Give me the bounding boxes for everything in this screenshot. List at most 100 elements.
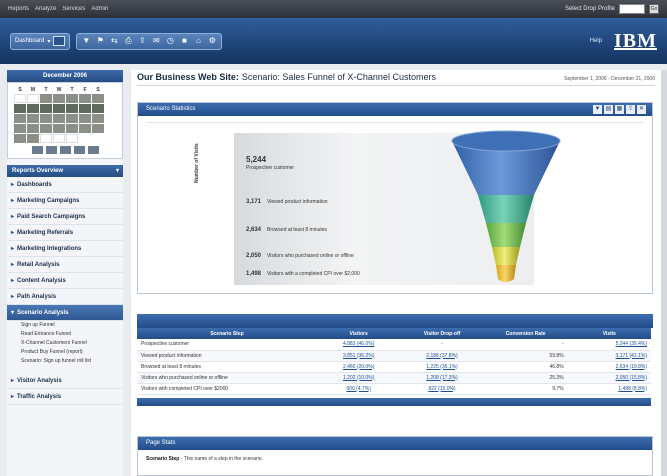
calendar-day[interactable] xyxy=(40,104,52,113)
filter-icon[interactable]: ▼ xyxy=(593,105,602,114)
cell-visits[interactable]: 5,244 (39.4%) xyxy=(616,341,647,347)
col-visits[interactable]: Visits xyxy=(567,328,651,339)
top-link-reports[interactable]: Reports xyxy=(8,6,29,12)
cell-dropoff[interactable]: 1,208 (17.3%) xyxy=(426,375,457,381)
calendar-day[interactable] xyxy=(27,104,39,113)
calendar-day[interactable] xyxy=(92,124,104,133)
chart-icon[interactable]: ▤ xyxy=(604,105,613,114)
calendar-day[interactable] xyxy=(92,104,104,113)
calendar-day[interactable] xyxy=(14,94,26,103)
sub-item-read-entrance-funnel[interactable]: Read Entrance Funnel xyxy=(7,330,123,339)
dashboard-selector[interactable]: Dashboard ▾ xyxy=(10,32,71,50)
cell-visitors[interactable]: 900 (4.7%) xyxy=(346,386,370,392)
sub-item-product-buy-funnel[interactable]: Product Buy Funnel (report) xyxy=(7,348,123,357)
calendar-day[interactable] xyxy=(53,134,65,143)
range-quarter-button[interactable] xyxy=(73,146,85,154)
go-button[interactable]: Go xyxy=(649,4,659,14)
vertical-scrollbar[interactable] xyxy=(661,70,667,476)
cell-conversion: - xyxy=(483,339,568,351)
calendar-day[interactable] xyxy=(40,124,52,133)
calendar-day[interactable] xyxy=(79,114,91,123)
export-icon[interactable]: ⇪ xyxy=(626,105,635,114)
nav-item-paid-search[interactable]: ▸ Paid Search Campaigns xyxy=(7,209,123,225)
nav-item-marketing-referrals[interactable]: ▸ Marketing Referrals xyxy=(7,225,123,241)
top-link-services[interactable]: Services xyxy=(62,6,85,12)
nav-item-retail-analysis[interactable]: ▸ Retail Analysis xyxy=(7,257,123,273)
collapse-icon[interactable]: ▾ xyxy=(116,165,119,177)
calendar-day[interactable] xyxy=(79,104,91,113)
calendar-day[interactable] xyxy=(79,124,91,133)
home-icon[interactable]: ⌂ xyxy=(193,36,203,46)
table-icon[interactable]: ▦ xyxy=(615,105,624,114)
cell-dropoff[interactable]: 822 (15.0%) xyxy=(428,386,455,392)
calendar-day[interactable] xyxy=(14,124,26,133)
options-icon[interactable]: ⚙ xyxy=(207,36,217,46)
cell-visits[interactable]: 1,498 (8.8%) xyxy=(618,386,647,392)
col-conversion-rate[interactable]: Conversion Rate xyxy=(483,328,568,339)
range-week-button[interactable] xyxy=(45,146,57,154)
cell-visitors[interactable]: 1,202 (10.0%) xyxy=(343,375,374,381)
calendar-day[interactable] xyxy=(27,114,39,123)
calendar-day[interactable] xyxy=(66,104,78,113)
calendar-day[interactable] xyxy=(66,94,78,103)
sub-item-x-channel-funnel[interactable]: X-Channel Customers Funnel xyxy=(7,339,123,348)
calendar-day[interactable] xyxy=(92,94,104,103)
cell-visits[interactable]: 2,634 (19.8%) xyxy=(616,364,647,370)
cell-visitors[interactable]: 4,883 (46.0%) xyxy=(343,341,374,347)
cell-visitors[interactable]: 2,460 (20.0%) xyxy=(343,364,374,370)
top-link-analyze[interactable]: Analyze xyxy=(35,6,56,12)
col-visitor-dropoff[interactable]: Visitor Drop-off xyxy=(400,328,484,339)
nav-item-visitor-analysis[interactable]: ▸ Visitor Analysis xyxy=(7,373,123,389)
calendar-day[interactable] xyxy=(14,134,26,143)
calendar-day[interactable] xyxy=(40,114,52,123)
calendar-day[interactable] xyxy=(14,114,26,123)
top-link-admin[interactable]: Admin xyxy=(91,6,108,12)
cell-dropoff[interactable]: 1,225 (36.1%) xyxy=(426,364,457,370)
calendar-day[interactable] xyxy=(66,134,78,143)
schedule-icon[interactable]: ◷ xyxy=(165,36,175,46)
calendar-day[interactable] xyxy=(53,104,65,113)
calendar-day[interactable] xyxy=(40,94,52,103)
cell-visits[interactable]: 2,050 (15.8%) xyxy=(616,375,647,381)
range-day-button[interactable] xyxy=(31,146,43,154)
calendar-day[interactable] xyxy=(27,94,39,103)
calendar-day[interactable] xyxy=(66,114,78,123)
print-icon[interactable]: ⎙ xyxy=(123,36,133,46)
calendar-title[interactable]: December 2006 xyxy=(7,70,123,82)
nav-item-content-analysis[interactable]: ▸ Content Analysis xyxy=(7,273,123,289)
profile-select[interactable] xyxy=(619,4,645,14)
nav-item-dashboards[interactable]: ▸ Dashboards xyxy=(7,177,123,193)
range-month-button[interactable] xyxy=(59,146,71,154)
col-scenario-step[interactable]: Scenario Step xyxy=(137,328,317,339)
calendar-day[interactable] xyxy=(14,104,26,113)
cell-dropoff[interactable]: 2,188 (37.8%) xyxy=(426,353,457,359)
calendar-day[interactable] xyxy=(92,114,104,123)
email-icon[interactable]: ✉ xyxy=(151,36,161,46)
calendar-day[interactable] xyxy=(53,94,65,103)
calendar-day[interactable] xyxy=(79,94,91,103)
nav-item-path-analysis[interactable]: ▸ Path Analysis xyxy=(7,289,123,305)
cell-visitors[interactable]: 3,851 (36.2%) xyxy=(343,353,374,359)
col-visitors[interactable]: Visitors xyxy=(317,328,401,339)
close-icon[interactable]: ✕ xyxy=(637,105,646,114)
nav-item-traffic-analysis[interactable]: ▸ Traffic Analysis xyxy=(7,389,123,405)
sub-item-sign-up-funnel[interactable]: Sign up Funnel xyxy=(7,321,123,330)
nav-item-marketing-integrations[interactable]: ▸ Marketing Integrations xyxy=(7,241,123,257)
help-link[interactable]: Help xyxy=(590,38,602,44)
bookmark-icon[interactable]: ⚑ xyxy=(95,36,105,46)
compare-icon[interactable]: ⇆ xyxy=(109,36,119,46)
calendar-day[interactable] xyxy=(53,114,65,123)
calendar-day[interactable] xyxy=(27,134,39,143)
calendar-day[interactable] xyxy=(53,124,65,133)
filter-icon[interactable]: ▼ xyxy=(81,36,91,46)
calendar-day[interactable] xyxy=(66,124,78,133)
calendar-day[interactable] xyxy=(40,134,52,143)
nav-item-scenario-analysis[interactable]: ▾ Scenario Analysis xyxy=(7,305,123,321)
calendar-day[interactable] xyxy=(27,124,39,133)
export-icon[interactable]: ⇪ xyxy=(137,36,147,46)
nav-item-marketing-campaigns[interactable]: ▸ Marketing Campaigns xyxy=(7,193,123,209)
save-icon[interactable]: ■ xyxy=(179,36,189,46)
range-year-button[interactable] xyxy=(87,146,99,154)
cell-visits[interactable]: 3,171 (41.1%) xyxy=(616,353,647,359)
sub-item-signup-roll-list[interactable]: Scenario: Sign up funnel roll list xyxy=(7,357,123,373)
